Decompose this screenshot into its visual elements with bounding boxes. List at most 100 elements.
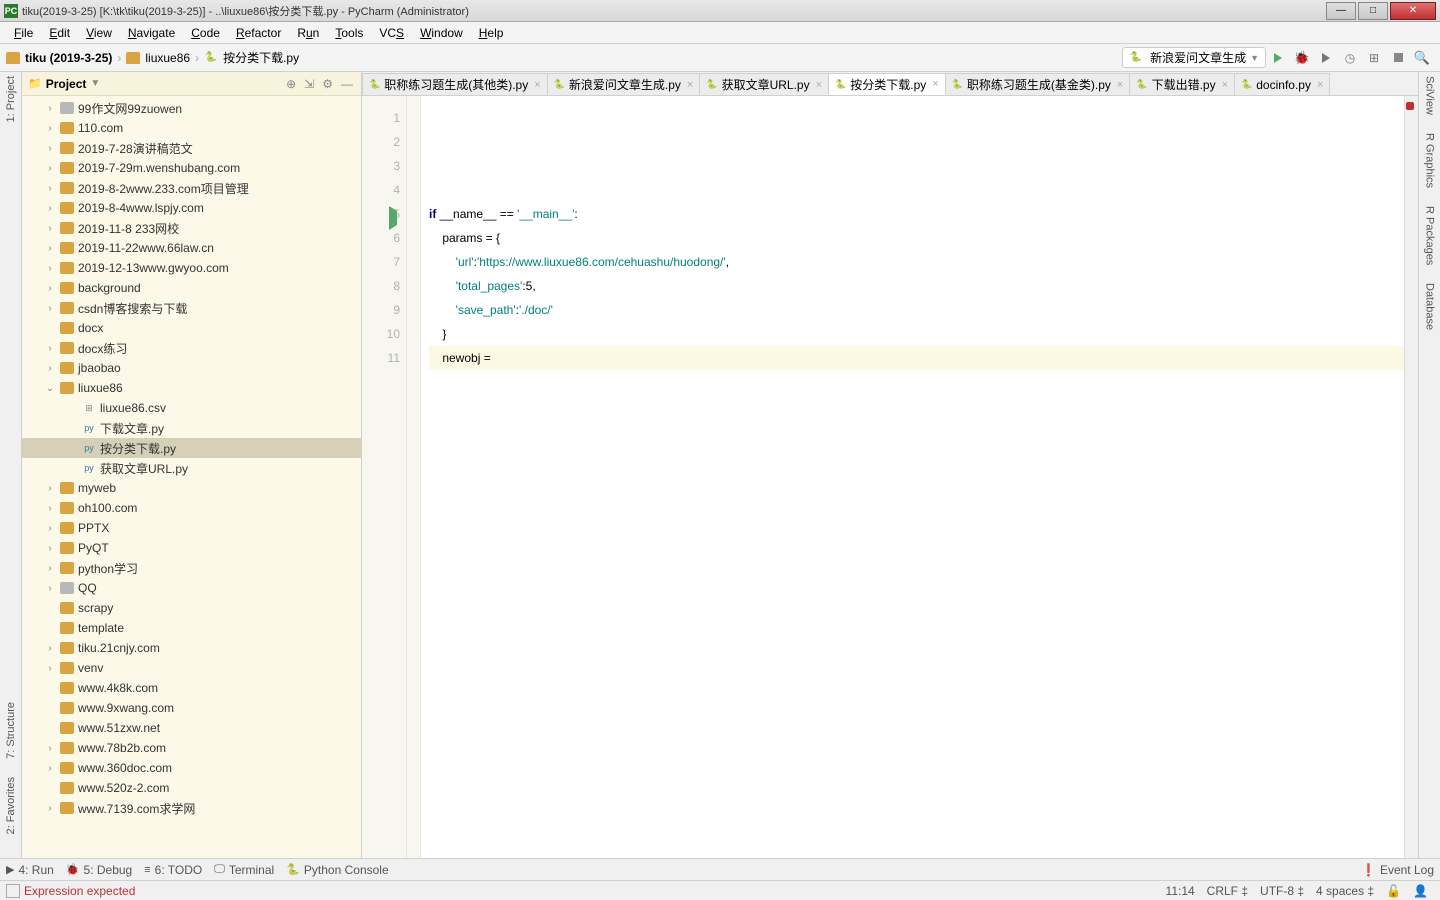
close-tab-icon[interactable]: × (816, 79, 822, 91)
tree-item[interactable]: ⊞liuxue86.csv (22, 398, 361, 418)
close-tab-icon[interactable]: × (687, 79, 693, 91)
tree-item[interactable]: ›myweb (22, 478, 361, 498)
expand-all-icon[interactable]: ⇲ (302, 77, 316, 91)
minimize-button[interactable]: — (1326, 2, 1356, 20)
breadcrumb[interactable]: tiku (2019-3-25) › liuxue86 › 🐍 按分类下载.py (6, 49, 299, 66)
menu-view[interactable]: View (78, 24, 120, 42)
tree-item[interactable]: template (22, 618, 361, 638)
tool-python-console[interactable]: 🐍 Python Console (286, 863, 388, 877)
tree-item[interactable]: www.4k8k.com (22, 678, 361, 698)
tree-item[interactable]: ›csdn博客搜索与下载 (22, 298, 361, 318)
chevron-icon[interactable]: › (44, 643, 56, 654)
tool-debug[interactable]: 🐞 5: Debug (66, 863, 132, 877)
close-tab-icon[interactable]: × (534, 79, 540, 91)
tree-item[interactable]: ›2019-12-13www.gwyoo.com (22, 258, 361, 278)
run-config-select[interactable]: 🐍 新浪爱问文章生成 ▼ (1122, 47, 1266, 68)
chevron-icon[interactable]: › (44, 123, 56, 134)
tree-item[interactable]: ›www.78b2b.com (22, 738, 361, 758)
editor-tab[interactable]: 🐍新浪爱问文章生成.py× (547, 73, 701, 95)
tree-item[interactable]: ›www.7139.com求学网 (22, 798, 361, 818)
search-everywhere-button[interactable]: 🔍 (1412, 48, 1432, 68)
gear-icon[interactable]: ⚙ (320, 77, 335, 91)
line-separator[interactable]: CRLF ‡ (1201, 884, 1254, 898)
tree-item[interactable]: ›2019-7-29m.wenshubang.com (22, 158, 361, 178)
menu-vcs[interactable]: VCS (371, 24, 412, 42)
chevron-icon[interactable]: › (44, 263, 56, 274)
tree-item[interactable]: www.520z-2.com (22, 778, 361, 798)
tree-item[interactable]: ›99作文网99zuowen (22, 98, 361, 118)
tree-item[interactable]: ›2019-8-2www.233.com项目管理 (22, 178, 361, 198)
chevron-icon[interactable]: › (44, 143, 56, 154)
chevron-icon[interactable]: › (44, 563, 56, 574)
error-stripe-icon[interactable] (1406, 102, 1414, 110)
close-tab-icon[interactable]: × (932, 78, 938, 90)
tree-item[interactable]: ›jbaobao (22, 358, 361, 378)
chevron-icon[interactable]: › (44, 363, 56, 374)
tree-item[interactable]: ›QQ (22, 578, 361, 598)
tool-todo[interactable]: ≡ 6: TODO (144, 863, 202, 877)
tree-item[interactable]: ›www.360doc.com (22, 758, 361, 778)
menu-run[interactable]: Run (289, 24, 327, 42)
run-button[interactable] (1268, 48, 1288, 68)
chevron-icon[interactable]: › (44, 243, 56, 254)
tree-item[interactable]: ›venv (22, 658, 361, 678)
concurrency-button[interactable]: ⊞ (1364, 48, 1384, 68)
close-tab-icon[interactable]: × (1117, 79, 1123, 91)
editor-tab[interactable]: 🐍职称练习题生成(基金类).py× (945, 73, 1131, 95)
stop-button[interactable] (1388, 48, 1408, 68)
menu-refactor[interactable]: Refactor (228, 24, 289, 42)
tool-run[interactable]: ▶ 4: Run (6, 863, 54, 877)
tree-item[interactable]: ›python学习 (22, 558, 361, 578)
tree-item[interactable]: ›2019-11-8 233网校 (22, 218, 361, 238)
chevron-icon[interactable]: ⌄ (44, 383, 56, 394)
tree-item[interactable]: www.9xwang.com (22, 698, 361, 718)
editor-tab[interactable]: 🐍docinfo.py× (1234, 73, 1330, 95)
select-opened-file-icon[interactable]: ⊕ (284, 77, 298, 91)
chevron-icon[interactable]: › (44, 503, 56, 514)
tree-item[interactable]: ›background (22, 278, 361, 298)
run-coverage-button[interactable] (1316, 48, 1336, 68)
editor-tab[interactable]: 🐍获取文章URL.py× (699, 73, 829, 95)
editor-scrollbar[interactable] (1404, 96, 1418, 858)
menu-tools[interactable]: Tools (327, 24, 371, 42)
chevron-icon[interactable]: › (44, 763, 56, 774)
tool-sciview-tab[interactable]: SciView (1424, 76, 1436, 115)
chevron-icon[interactable]: › (44, 663, 56, 674)
tree-item[interactable]: ›2019-8-4www.lspjy.com (22, 198, 361, 218)
hide-icon[interactable]: — (339, 77, 355, 91)
tool-favorites-tab[interactable]: 2: Favorites (5, 777, 17, 834)
tree-item[interactable]: ›2019-7-28演讲稿范文 (22, 138, 361, 158)
menu-code[interactable]: Code (183, 24, 228, 42)
chevron-icon[interactable]: › (44, 343, 56, 354)
menu-edit[interactable]: Edit (41, 24, 78, 42)
close-tab-icon[interactable]: × (1317, 79, 1323, 91)
debug-button[interactable]: 🐞 (1292, 48, 1312, 68)
tree-item[interactable]: www.51zxw.net (22, 718, 361, 738)
tree-item[interactable]: ⌄liuxue86 (22, 378, 361, 398)
tree-item[interactable]: ›PPTX (22, 518, 361, 538)
chevron-icon[interactable]: › (44, 183, 56, 194)
tree-item[interactable]: py获取文章URL.py (22, 458, 361, 478)
tool-rpackages-tab[interactable]: R Packages (1424, 206, 1436, 265)
tree-item[interactable]: ›2019-11-22www.66law.cn (22, 238, 361, 258)
tree-item[interactable]: docx (22, 318, 361, 338)
event-log[interactable]: ❗Event Log (1361, 863, 1434, 877)
caret-position[interactable]: 11:14 (1160, 884, 1201, 898)
menu-navigate[interactable]: Navigate (120, 24, 183, 42)
gutter-run-icon[interactable] (389, 206, 397, 230)
tree-item[interactable]: py按分类下载.py (22, 438, 361, 458)
menu-file[interactable]: File (6, 24, 41, 42)
close-button[interactable]: ✕ (1390, 2, 1436, 20)
chevron-icon[interactable]: › (44, 583, 56, 594)
chevron-icon[interactable]: › (44, 803, 56, 814)
readonly-toggle-icon[interactable]: 🔓 (1380, 884, 1407, 898)
tree-item[interactable]: ›docx练习 (22, 338, 361, 358)
tool-terminal[interactable]: 🖵 Terminal (214, 863, 274, 877)
status-corner-icon[interactable] (6, 884, 20, 898)
tool-database-tab[interactable]: Database (1424, 283, 1436, 330)
editor-tab[interactable]: 🐍按分类下载.py× (828, 73, 946, 95)
inspection-icon[interactable]: 👤 (1407, 884, 1434, 898)
tool-project-tab[interactable]: 1: Project (5, 76, 17, 122)
chevron-icon[interactable]: › (44, 283, 56, 294)
chevron-icon[interactable]: › (44, 163, 56, 174)
